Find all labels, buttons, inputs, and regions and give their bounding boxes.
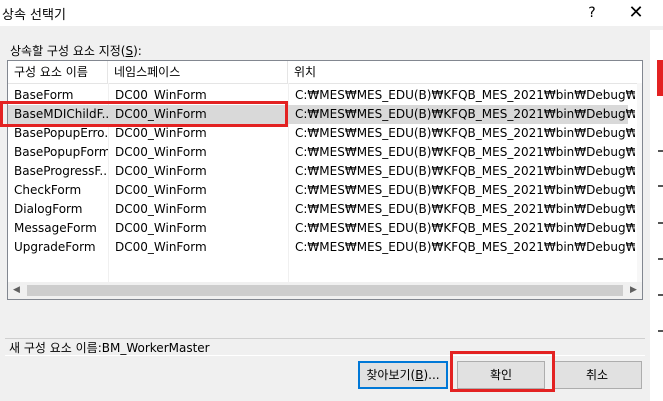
table-row[interactable]: BaseProgressF... DC00_WinForm C:₩MES₩MES_E… [8,162,635,181]
table-row[interactable]: MessageForm DC00_WinForm C:₩MES₩MES_EDU(B)… [8,219,635,238]
close-button[interactable]: ✕ [622,2,650,24]
cell-namespace: DC00_WinForm [115,183,207,197]
table-row[interactable]: DialogForm DC00_WinForm C:₩MES₩MES_EDU(B)₩… [8,200,635,219]
table-row[interactable]: CheckForm DC00_WinForm C:₩MES₩MES_EDU(B)₩K… [8,181,635,200]
edge-tick [658,330,663,332]
horizontal-scrollbar[interactable]: ◀ ▶ [8,282,642,299]
cell-location: C:₩MES₩MES_EDU(B)₩KFQB_MES_2021₩bin₩Debu… [295,145,635,159]
edge-tick [658,150,663,152]
cell-component-name: UpgradeForm [14,240,96,254]
table-row[interactable]: BasePopupForm DC00_WinForm C:₩MES₩MES_EDU(… [8,143,635,162]
edge-tick [658,222,663,224]
cell-component-name: MessageForm [14,221,97,235]
cell-component-name: CheckForm [14,183,82,197]
cell-component-name: BasePopupForm [14,145,108,159]
list-header: 구성 요소 이름 네임스페이스 위치 [8,61,642,84]
cell-location: C:₩MES₩MES_EDU(B)₩KFQB_MES_2021₩bin₩Debu… [295,88,635,102]
vertical-scroll-track[interactable] [637,83,642,284]
edge-tick [658,294,663,296]
cell-location: C:₩MES₩MES_EDU(B)₩KFQB_MES_2021₩bin₩Debu… [295,107,635,121]
edge-tick [658,185,663,187]
cell-location: C:₩MES₩MES_EDU(B)₩KFQB_MES_2021₩bin₩Debu… [295,240,635,254]
cell-namespace: DC00_WinForm [115,107,207,121]
cell-location: C:₩MES₩MES_EDU(B)₩KFQB_MES_2021₩bin₩Debu… [295,183,635,197]
annotation-edge-mark [657,60,663,96]
column-header-location[interactable]: 위치 [288,61,642,83]
title-bar: 상속 선택기 ? ✕ [0,0,663,26]
scroll-left-icon[interactable]: ◀ [8,282,25,299]
component-list-label: 상속할 구성 요소 지정(S): [10,44,142,58]
cell-location: C:₩MES₩MES_EDU(B)₩KFQB_MES_2021₩bin₩Debu… [295,221,635,235]
cell-component-name: BaseProgressF... [14,164,108,178]
help-button[interactable]: ? [580,2,604,24]
column-header-name[interactable]: 구성 요소 이름 [8,61,108,83]
new-component-name: 새 구성 요소 이름:BM_WorkerMaster [5,338,645,356]
table-row[interactable]: BaseMDIChildF... DC00_WinForm C:₩MES₩MES_E… [8,105,635,124]
scroll-right-icon[interactable]: ▶ [625,282,642,299]
cell-component-name: BasePopupErro... [14,126,108,140]
cell-namespace: DC00_WinForm [115,164,207,178]
column-header-namespace[interactable]: 네임스페이스 [108,61,288,83]
cell-location: C:₩MES₩MES_EDU(B)₩KFQB_MES_2021₩bin₩Debu… [295,164,635,178]
table-row[interactable]: BaseForm DC00_WinForm C:₩MES₩MES_EDU(B)₩KF… [8,86,635,105]
edge-tick [658,258,663,260]
cell-namespace: DC00_WinForm [115,240,207,254]
cell-namespace: DC00_WinForm [115,126,207,140]
window-title: 상속 선택기 [2,8,66,23]
cell-component-name: BaseForm [14,88,74,102]
browse-button[interactable]: 찾아보기(B)... [358,361,448,389]
cell-component-name: BaseMDIChildF... [14,107,108,121]
table-row[interactable]: BasePopupErro... DC00_WinForm C:₩MES₩MES_E… [8,124,635,143]
cell-namespace: DC00_WinForm [115,88,207,102]
ok-button[interactable]: 확인 [457,361,545,389]
cell-location: C:₩MES₩MES_EDU(B)₩KFQB_MES_2021₩bin₩Debu… [295,126,635,140]
cancel-button[interactable]: 취소 [552,361,642,389]
table-row[interactable]: UpgradeForm DC00_WinForm C:₩MES₩MES_EDU(B)… [8,238,635,257]
scroll-thumb[interactable] [27,285,623,296]
cell-namespace: DC00_WinForm [115,221,207,235]
cell-location: C:₩MES₩MES_EDU(B)₩KFQB_MES_2021₩bin₩Debu… [295,202,635,216]
cell-namespace: DC00_WinForm [115,202,207,216]
component-listview[interactable]: 구성 요소 이름 네임스페이스 위치 BaseForm DC00_WinForm C… [7,60,643,300]
cell-namespace: DC00_WinForm [115,145,207,159]
cell-component-name: DialogForm [14,202,83,216]
